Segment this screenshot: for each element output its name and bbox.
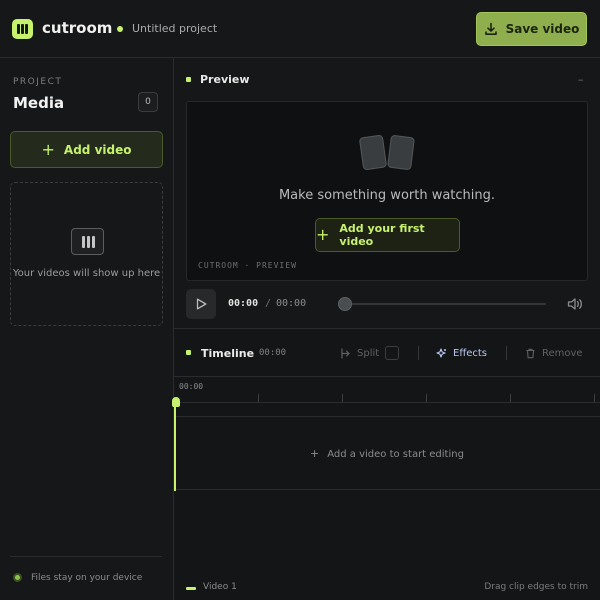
track-name: Video 1 [203, 582, 237, 592]
play-button[interactable] [186, 289, 216, 319]
sidebar-eyebrow: PROJECT [13, 77, 63, 87]
brand-name: cutroom [42, 19, 113, 37]
preview-empty-heading: Make something worth watching. [278, 188, 496, 203]
preview-marker [186, 77, 191, 82]
local-status-dot [13, 573, 22, 582]
ruler-baseline [174, 402, 600, 403]
split-button[interactable]: Split [340, 343, 400, 363]
split-label: Split [357, 347, 380, 359]
playhead[interactable] [174, 401, 176, 491]
add-first-video-button[interactable]: + Add your first video [315, 218, 460, 252]
split-icon [341, 347, 350, 359]
effects-label: Effects [453, 347, 487, 359]
timeline-marker [186, 350, 191, 355]
plus-icon: + [41, 139, 55, 159]
project-name[interactable]: Untitled project [132, 22, 217, 35]
collapse-preview-button[interactable]: – [578, 73, 584, 86]
plus-icon: + [316, 225, 330, 244]
time-separator: / [265, 298, 272, 309]
logo-icon [12, 19, 33, 39]
add-video-button[interactable]: + Add video [10, 131, 163, 168]
ruler-start-label: 00:00 [179, 382, 204, 391]
ruler-tick [258, 394, 259, 402]
plus-icon: + [310, 447, 320, 460]
sidebar-footer-text: Files stay on your device [31, 573, 143, 583]
preview-stage: Make something worth watching. + Add you… [186, 101, 588, 281]
toolbar-divider [506, 346, 507, 360]
seek-handle[interactable] [338, 297, 352, 311]
media-count-badge: 0 [138, 92, 158, 112]
media-drop-zone[interactable]: Your videos will show up here [10, 182, 163, 326]
seek-bar[interactable] [344, 303, 546, 305]
split-shortcut-key [385, 346, 400, 360]
trim-hint: Drag clip edges to trim [484, 582, 588, 592]
toolbar-divider [418, 346, 419, 360]
sidebar-title: Media [13, 94, 65, 112]
download-icon [484, 22, 497, 35]
app-header: cutroom Untitled project Save video [0, 0, 600, 58]
ruler-tick [342, 394, 343, 402]
drop-zone-text: Your videos will show up here [12, 268, 161, 279]
preview-caption: CUTROOM · PREVIEW [198, 261, 297, 270]
total-time: 00:00 [276, 298, 307, 309]
add-video-label: Add video [63, 142, 132, 157]
sidebar-divider [10, 556, 162, 557]
track-empty-message: + Add a video to start editing [174, 447, 600, 460]
ruler-tick [594, 394, 595, 402]
trash-icon [526, 348, 535, 358]
save-video-button[interactable]: Save video [476, 12, 587, 46]
add-first-video-label: Add your first video [339, 222, 425, 248]
remove-label: Remove [542, 347, 583, 359]
video-track[interactable]: + Add a video to start editing [174, 417, 600, 490]
timeline-title: Timeline [201, 347, 255, 360]
remove-button[interactable]: Remove [525, 343, 583, 363]
timeline-panel: Timeline 00:00 Split Effects Remove 00:0… [172, 328, 600, 600]
current-time: 00:00 [228, 298, 259, 309]
timeline-ruler[interactable]: 00:00 [174, 377, 600, 417]
sparkle-icon [436, 347, 446, 358]
effects-button[interactable]: Effects [436, 343, 487, 363]
track-empty-text: Add a video to start editing [327, 449, 464, 460]
play-icon [196, 298, 206, 310]
ruler-tick [426, 394, 427, 402]
save-video-label: Save video [505, 22, 580, 36]
timeline-toolbar: Timeline 00:00 Split Effects Remove [174, 329, 600, 377]
project-status-dot [117, 26, 123, 32]
film-strip-icon [71, 228, 104, 255]
timeline-time: 00:00 [259, 348, 287, 358]
ruler-tick [510, 394, 511, 402]
volume-icon[interactable] [567, 297, 583, 311]
media-sidebar: PROJECT Media 0 + Add video Your videos … [0, 58, 174, 600]
preview-title: Preview [200, 73, 250, 86]
video-cards-icon [358, 134, 419, 174]
track-color-marker [186, 587, 196, 590]
